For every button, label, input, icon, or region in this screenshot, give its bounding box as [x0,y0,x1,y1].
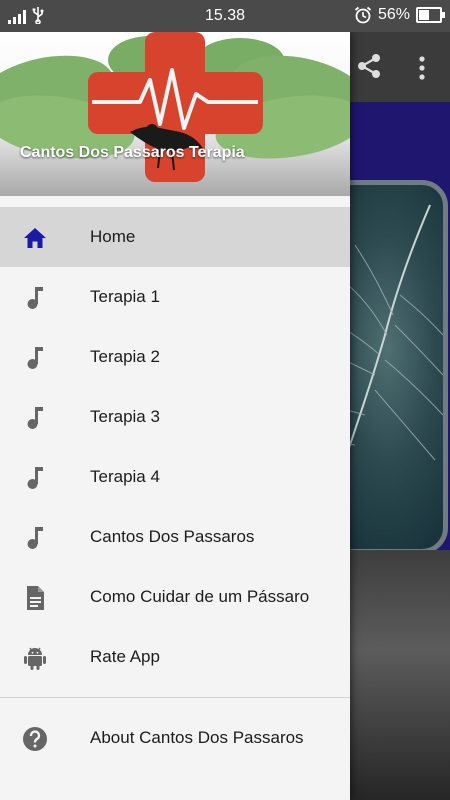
menu-item-label: Terapia 1 [90,287,160,306]
menu-item-label: Terapia 3 [90,407,160,426]
status-bar: 15.38 56% [0,0,450,32]
music-note-icon [27,467,43,489]
menu-item-label: Terapia 4 [90,467,160,486]
menu-item-label: Cantos Dos Passaros [90,527,255,546]
menu-item-about[interactable]: About Cantos Dos Passaros [0,708,350,768]
menu-item-label: Home [90,227,136,246]
menu-item-rate-app[interactable]: Rate App [0,627,350,687]
drawer-header-title: Cantos Dos Passaros Terapia [20,144,245,161]
music-note-icon [27,287,43,309]
menu-item-label: Como Cuidar de um Pássaro [90,587,310,606]
menu-item-terapia-1[interactable]: Terapia 1 [0,267,350,327]
music-note-icon [27,527,43,549]
menu-item-terapia-2[interactable]: Terapia 2 [0,327,350,387]
drawer-header: Cantos Dos Passaros Terapia [0,32,350,196]
share-icon[interactable] [355,52,383,80]
document-icon [27,586,44,610]
menu-item-home[interactable]: Home [0,207,350,267]
alarm-icon [354,6,372,24]
menu-item-terapia-4[interactable]: Terapia 4 [0,447,350,507]
menu-item-label: Terapia 2 [90,347,160,366]
more-vert-icon[interactable] [412,54,432,82]
android-icon [24,647,46,670]
status-right: 56% [354,6,445,24]
menu-item-como-cuidar[interactable]: Como Cuidar de um Pássaro [0,567,350,627]
menu-item-label: About Cantos Dos Passaros [90,728,304,747]
menu-item-terapia-3[interactable]: Terapia 3 [0,387,350,447]
menu-item-cantos-dos-passaros[interactable]: Cantos Dos Passaros [0,507,350,567]
menu-item-label: Rate App [90,647,160,666]
navigation-drawer: Cantos Dos Passaros Terapia Home Terapia… [0,32,350,800]
app-logo [0,32,350,182]
help-icon [23,727,47,751]
home-icon [24,228,46,248]
drawer-menu: Home Terapia 1 Terapia 2 Terapia 3 Terap… [0,207,350,768]
battery-percent: 56% [377,6,410,23]
music-note-icon [27,407,43,429]
battery-icon [416,7,445,23]
music-note-icon [27,347,43,369]
